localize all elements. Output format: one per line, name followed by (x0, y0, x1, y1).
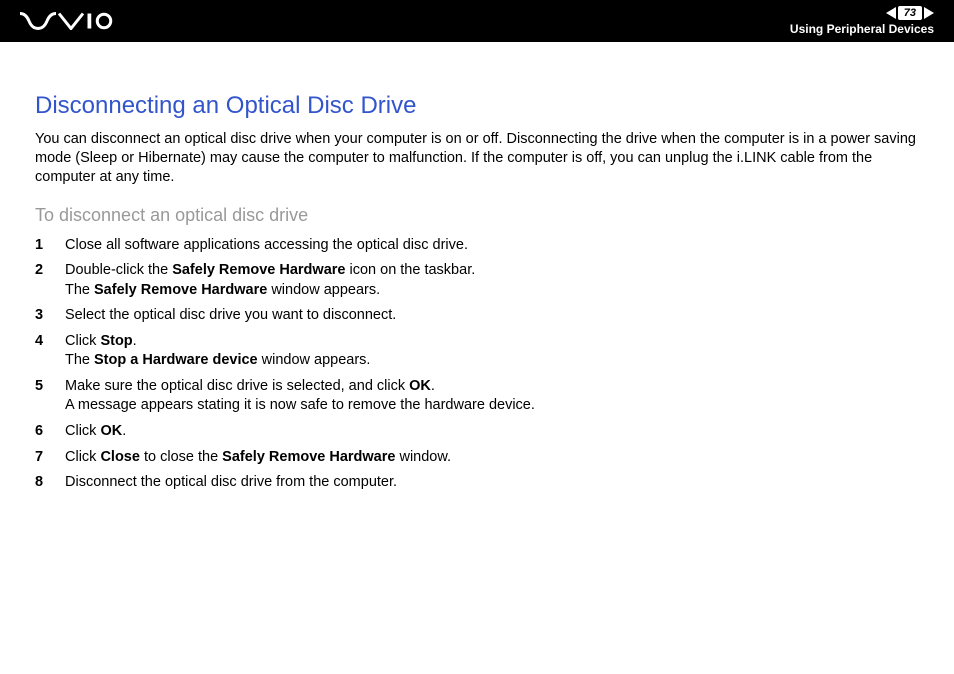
prev-page-arrow[interactable] (886, 7, 896, 19)
step-number: 8 (35, 473, 65, 493)
page-title: Disconnecting an Optical Disc Drive (35, 92, 919, 120)
step-item: 8Disconnect the optical disc drive from … (35, 473, 919, 493)
step-item: 5Make sure the optical disc drive is sel… (35, 377, 919, 416)
step-text: Double-click the Safely Remove Hardware … (65, 261, 919, 300)
page-navigation: 73 (886, 6, 934, 20)
step-text: Make sure the optical disc drive is sele… (65, 377, 919, 416)
intro-paragraph: You can disconnect an optical disc drive… (35, 130, 919, 187)
step-item: 1Close all software applications accessi… (35, 236, 919, 256)
step-text: Click OK. (65, 422, 919, 442)
step-number: 3 (35, 306, 65, 326)
section-name: Using Peripheral Devices (790, 22, 934, 36)
step-item: 3Select the optical disc drive you want … (35, 306, 919, 326)
step-item: 6Click OK. (35, 422, 919, 442)
step-item: 7Click Close to close the Safely Remove … (35, 448, 919, 468)
step-text: Click Close to close the Safely Remove H… (65, 448, 919, 468)
step-text: Click Stop.The Stop a Hardware device wi… (65, 332, 919, 371)
step-text: Disconnect the optical disc drive from t… (65, 473, 919, 493)
step-item: 2Double-click the Safely Remove Hardware… (35, 261, 919, 300)
step-number: 5 (35, 377, 65, 416)
step-number: 7 (35, 448, 65, 468)
step-number: 4 (35, 332, 65, 371)
page-content: Disconnecting an Optical Disc Drive You … (0, 42, 954, 519)
step-number: 1 (35, 236, 65, 256)
step-number: 2 (35, 261, 65, 300)
page-number: 73 (898, 6, 922, 20)
step-text: Select the optical disc drive you want t… (65, 306, 919, 326)
vaio-logo (20, 12, 125, 30)
procedure-steps: 1Close all software applications accessi… (35, 236, 919, 493)
step-text: Close all software applications accessin… (65, 236, 919, 256)
procedure-subtitle: To disconnect an optical disc drive (35, 205, 919, 226)
step-item: 4Click Stop.The Stop a Hardware device w… (35, 332, 919, 371)
step-number: 6 (35, 422, 65, 442)
page-header: 73 Using Peripheral Devices (0, 0, 954, 42)
next-page-arrow[interactable] (924, 7, 934, 19)
